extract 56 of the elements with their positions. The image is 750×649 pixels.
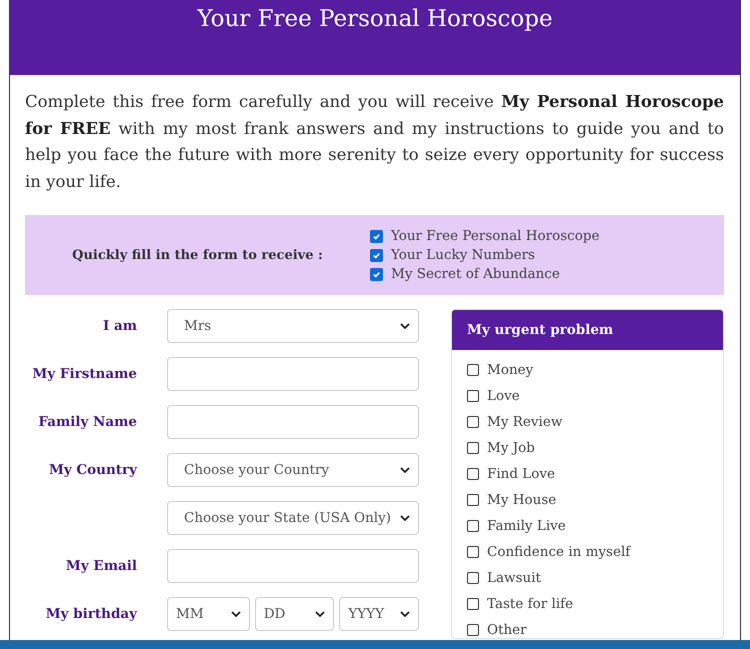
intro-paragraph: Complete this free form carefully and you will receive My Personal Horoscope for FREE with my most frank answers and my instructions to guide you and to help you face the future with more serenity to seize every opportunity for success in your life.	[25, 91, 724, 193]
checkbox[interactable]	[370, 248, 383, 262]
checkbox-label: My Secret of Abundance	[391, 266, 560, 282]
field-label: Family Name	[38, 414, 137, 430]
panel-header: My urgent problem	[452, 310, 723, 350]
checkbox-label: Your Lucky Numbers	[391, 247, 535, 263]
checkbox-label: Taste for life	[487, 596, 574, 612]
checkbox[interactable]	[467, 442, 479, 454]
check-icon	[372, 270, 381, 278]
checkbox-label: Lawsuit	[487, 570, 541, 586]
field-label: My Firstname	[32, 366, 137, 382]
checkbox[interactable]	[467, 416, 479, 428]
checkbox[interactable]	[467, 624, 479, 636]
checkbox[interactable]	[467, 572, 479, 584]
field-label: My Email	[66, 558, 137, 574]
checkbox-label: My Review	[487, 414, 562, 430]
field-label: My Country	[48, 462, 137, 478]
chevron-icon	[315, 611, 326, 617]
checkbox[interactable]	[370, 268, 383, 280]
checkbox-label: My Job	[487, 440, 535, 456]
date-dropdown[interactable]: MM	[167, 597, 250, 631]
checkbox[interactable]	[467, 364, 479, 376]
checkbox-label: Other	[487, 622, 527, 638]
dropdown[interactable]: Mrs	[167, 309, 419, 343]
checkbox-label: Find Love	[487, 466, 556, 482]
check-icon	[372, 232, 381, 240]
date-dropdown[interactable]: YYYY	[339, 597, 419, 631]
chevron-icon	[400, 611, 410, 617]
checkbox-label: Your Free Personal Horoscope	[391, 228, 600, 244]
chevron-icon	[400, 515, 410, 521]
checkbox-label: Love	[487, 388, 520, 404]
checkbox-label: My House	[487, 492, 556, 508]
dropdown[interactable]: Choose your State (USA Only)	[167, 501, 419, 535]
checkbox[interactable]	[467, 468, 479, 480]
date-dropdown[interactable]: DD	[254, 597, 334, 631]
checkbox[interactable]	[370, 230, 383, 242]
chevron-icon	[400, 467, 410, 473]
checkbox[interactable]	[467, 598, 479, 610]
chevron-icon	[400, 323, 410, 329]
checkbox-label: Money	[487, 362, 534, 378]
chevron-icon	[230, 611, 241, 617]
input-field[interactable]	[167, 357, 419, 391]
checkbox[interactable]	[467, 546, 479, 558]
field-label: My birthday	[46, 606, 137, 622]
field-label: I am	[102, 318, 137, 334]
checkbox[interactable]	[467, 390, 479, 402]
checkbox[interactable]	[467, 520, 479, 532]
checkbox[interactable]	[467, 494, 479, 506]
offer-label: Quickly fill in the form to receive :	[72, 248, 323, 262]
input-field[interactable]	[167, 405, 419, 439]
page-title: Your Free Personal Horoscope	[196, 6, 554, 32]
checkbox-label: Family Live	[487, 518, 566, 534]
dropdown[interactable]: Choose your Country	[167, 453, 419, 487]
input-field[interactable]	[167, 549, 419, 583]
check-icon	[372, 250, 381, 260]
checkbox-label: Confidence in myself	[487, 544, 630, 560]
